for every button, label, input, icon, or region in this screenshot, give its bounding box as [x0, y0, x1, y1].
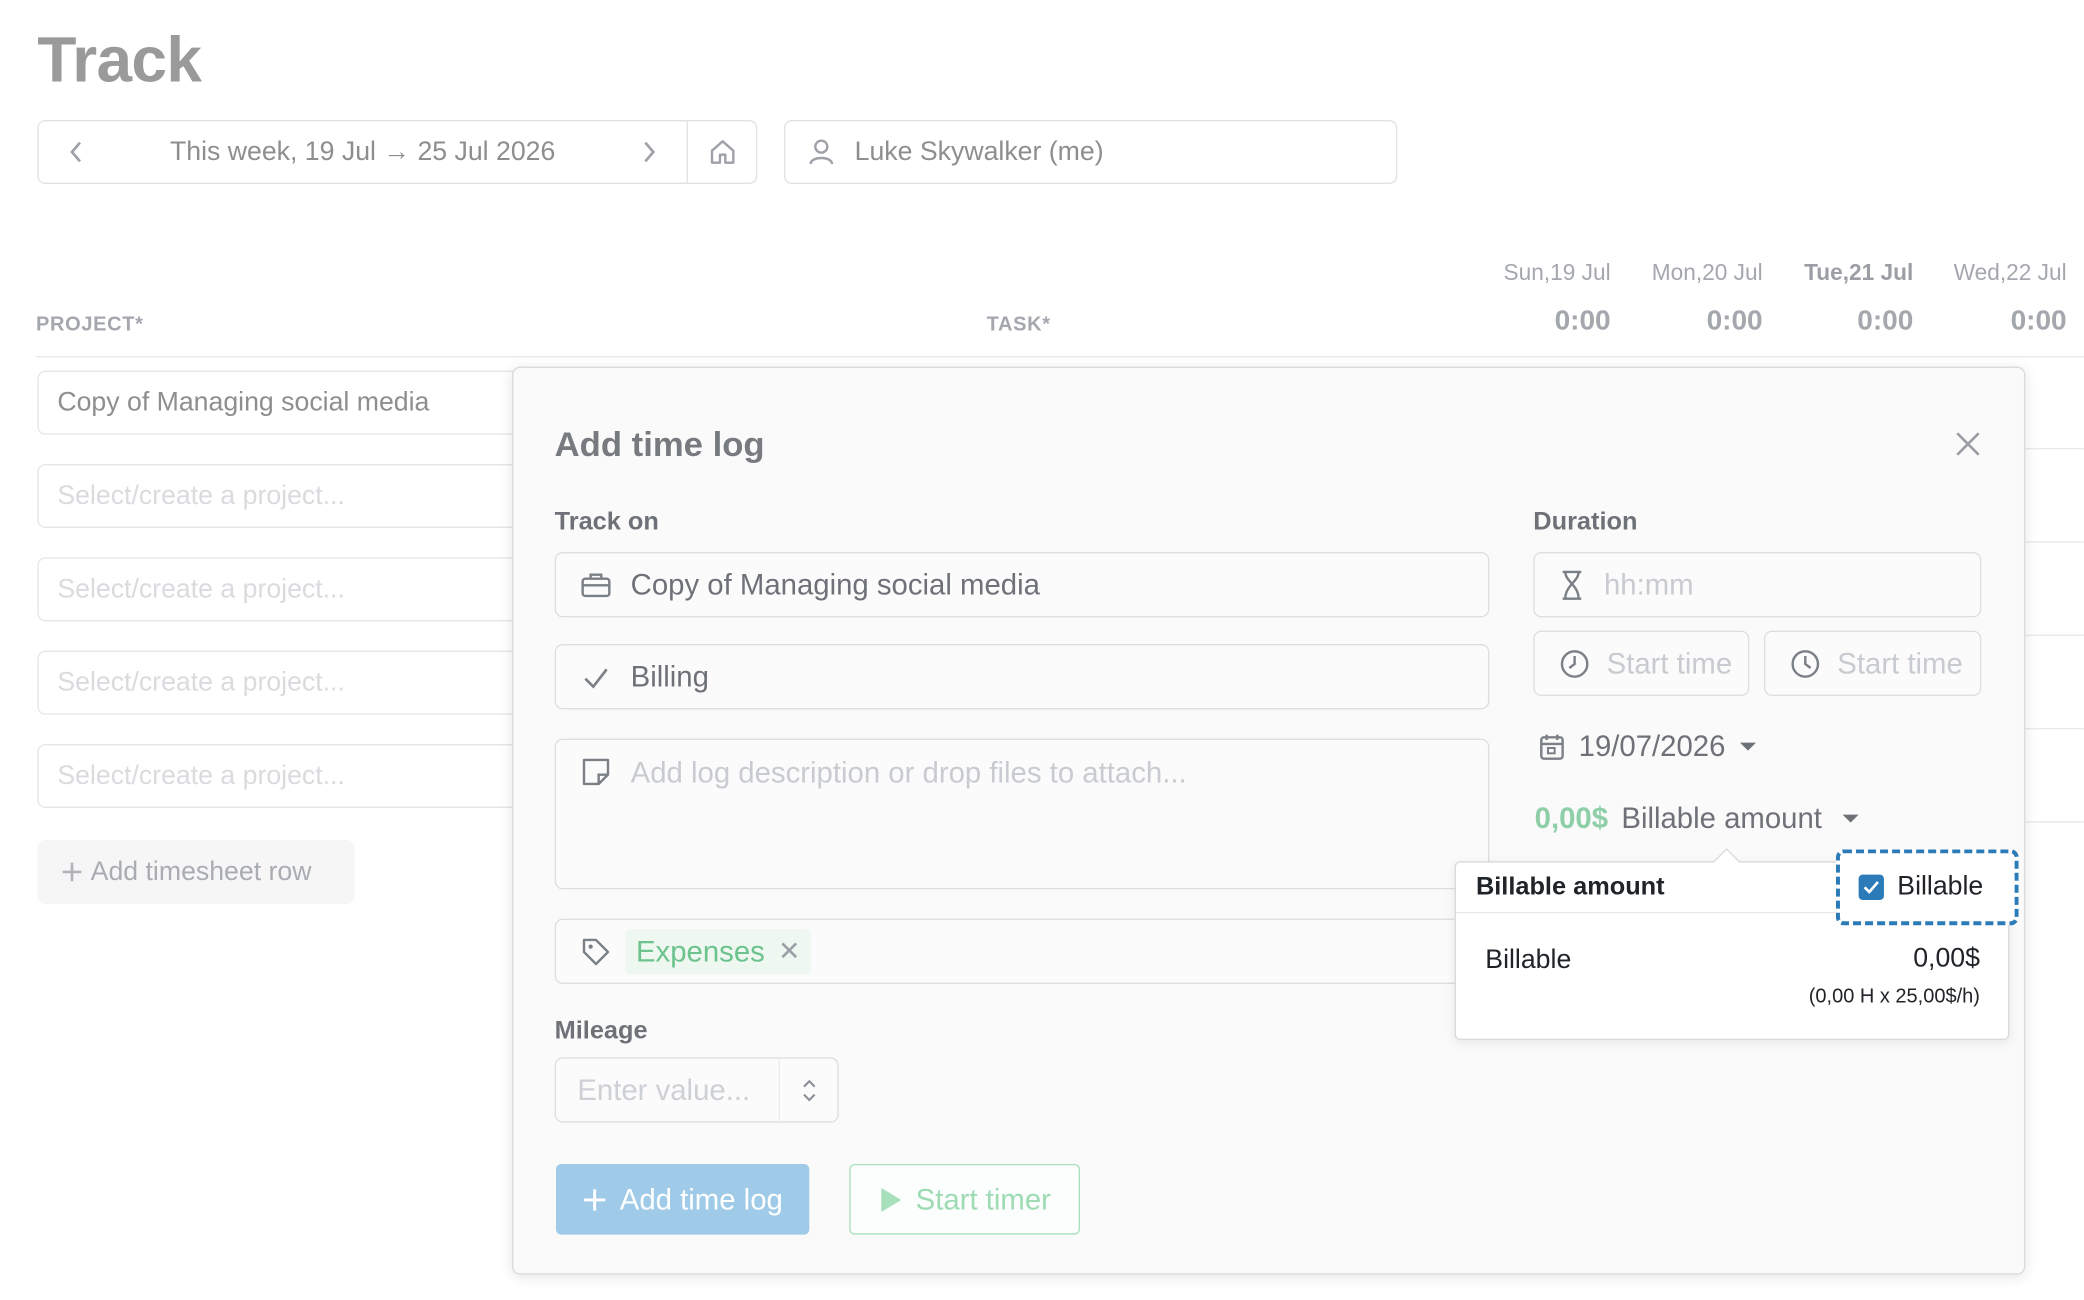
date-value: 19/07/2026	[1578, 729, 1726, 763]
day-header-sun: Sun,19 Jul	[1503, 259, 1611, 286]
project-field[interactable]: Copy of Managing social media	[554, 551, 1490, 618]
billable-row-value: 0,00$	[1913, 943, 1980, 974]
clock-icon	[1789, 647, 1821, 679]
close-icon	[1956, 432, 1980, 456]
user-icon	[809, 139, 834, 165]
day-header-wed: Wed,22 Jul	[1953, 259, 2067, 286]
mileage-input[interactable]: Enter value...	[554, 1057, 839, 1123]
row-divider	[2025, 821, 2084, 823]
add-time-log-label: Add time log	[619, 1181, 783, 1216]
caret-down-icon	[1740, 742, 1757, 751]
project-select-row-1[interactable]: Copy of Managing social media	[37, 370, 571, 435]
day-total-sun: 0:00	[1554, 305, 1611, 336]
briefcase-icon	[580, 570, 612, 599]
user-selector[interactable]: Luke Skywalker (me)	[783, 119, 1398, 184]
home-icon	[710, 140, 734, 164]
day-total-mon: 0:00	[1706, 305, 1763, 336]
end-time-input[interactable]: Start time	[1763, 630, 1982, 696]
hourglass-icon	[1559, 569, 1586, 601]
calendar-icon	[1540, 734, 1564, 760]
prev-week-button[interactable]	[39, 121, 114, 182]
project-select-row-5[interactable]: Select/create a project...	[37, 743, 571, 808]
mileage-stepper[interactable]	[778, 1058, 838, 1122]
tag-label: Expenses	[635, 933, 765, 968]
mileage-label: Mileage	[554, 1017, 648, 1046]
project-select-row-2[interactable]: Select/create a project...	[37, 463, 571, 528]
project-placeholder: Select/create a project...	[57, 573, 345, 604]
current-week-button[interactable]	[686, 121, 756, 183]
billable-row-label: Billable	[1485, 945, 1572, 975]
project-select-row-3[interactable]: Select/create a project...	[37, 557, 571, 622]
start-timer-label: Start timer	[915, 1181, 1051, 1216]
task-field-value: Billing	[630, 659, 709, 693]
billable-amount-value: 0,00$	[1534, 801, 1609, 835]
chevron-left-icon	[70, 141, 82, 163]
day-total-tue: 0:00	[1857, 305, 1914, 336]
project-placeholder: Select/create a project...	[57, 480, 345, 510]
duration-label: Duration	[1533, 507, 1638, 536]
row-divider	[2025, 447, 2084, 450]
plus-icon	[583, 1188, 606, 1210]
project-select-row-4[interactable]: Select/create a project...	[37, 650, 571, 715]
mileage-placeholder: Enter value...	[577, 1072, 751, 1106]
clock-icon	[1559, 647, 1591, 679]
track-on-label: Track on	[554, 507, 659, 536]
modal-title: Add time log	[554, 423, 765, 464]
chevron-up-icon[interactable]	[801, 1078, 817, 1089]
row-divider	[2025, 541, 2084, 543]
duration-input[interactable]: hh:mm	[1533, 551, 1982, 618]
add-timesheet-row-button[interactable]: Add timesheet row	[37, 839, 355, 904]
row-divider	[2025, 727, 2084, 730]
project-placeholder: Select/create a project...	[57, 667, 345, 697]
add-row-label: Add timesheet row	[90, 856, 312, 886]
header-divider	[35, 355, 2084, 358]
week-navigator: This week, 19 Jul → 25 Jul 2026	[37, 119, 758, 184]
tag-icon	[580, 935, 612, 967]
add-time-log-button[interactable]: Add time log	[555, 1163, 810, 1235]
tags-field[interactable]: Expenses ✕	[554, 918, 1490, 984]
tag-chip-expenses: Expenses ✕	[625, 928, 812, 974]
checkbox-checked-icon[interactable]	[1858, 874, 1884, 900]
remove-tag-icon[interactable]: ✕	[778, 935, 800, 968]
start-timer-button[interactable]: Start timer	[849, 1163, 1080, 1235]
project-value: Copy of Managing social media	[57, 387, 430, 417]
project-field-value: Copy of Managing social media	[630, 567, 1040, 601]
note-icon	[580, 756, 612, 788]
start-time-input[interactable]: Start time	[1533, 630, 1750, 696]
description-textarea[interactable]: Add log description or drop files to att…	[554, 738, 1490, 890]
task-field[interactable]: Billing	[554, 643, 1490, 710]
billable-rate-detail: (0,00 H x 25,00$/h)	[1808, 985, 1980, 1008]
billable-checkbox[interactable]: Billable	[1835, 849, 2019, 926]
billable-checkbox-label: Billable	[1897, 871, 1984, 902]
week-range-label[interactable]: This week, 19 Jul → 25 Jul 2026	[113, 137, 612, 168]
row-divider	[2025, 634, 2084, 636]
chevron-down-icon[interactable]	[801, 1091, 817, 1102]
day-total-wed: 0:00	[2010, 305, 2067, 336]
checkmark-icon	[580, 662, 612, 691]
date-picker[interactable]: 19/07/2026	[1539, 727, 1758, 767]
billable-amount-label: Billable amount	[1621, 801, 1822, 835]
day-header-mon: Mon,20 Jul	[1651, 259, 1763, 286]
user-name: Luke Skywalker (me)	[854, 136, 1104, 166]
page-title: Track	[37, 25, 202, 96]
start-time-placeholder: Start time	[1606, 645, 1733, 680]
project-placeholder: Select/create a project...	[57, 760, 345, 790]
play-icon	[880, 1187, 901, 1212]
end-time-placeholder: Start time	[1837, 645, 1963, 680]
chevron-right-icon	[644, 141, 656, 163]
description-placeholder: Add log description or drop files to att…	[630, 755, 1187, 790]
duration-placeholder: hh:mm	[1603, 567, 1694, 601]
caret-down-icon	[1841, 814, 1858, 823]
task-column-header: TASK*	[986, 313, 1051, 336]
plus-icon	[62, 862, 82, 882]
day-header-tue: Tue,21 Jul	[1804, 259, 1914, 286]
close-button[interactable]	[1951, 427, 1986, 462]
project-column-header: PROJECT*	[35, 313, 144, 336]
next-week-button[interactable]	[612, 121, 687, 182]
popover-title: Billable amount	[1475, 873, 1665, 902]
billable-amount-toggle[interactable]: 0,00$ Billable amount	[1535, 799, 1860, 839]
